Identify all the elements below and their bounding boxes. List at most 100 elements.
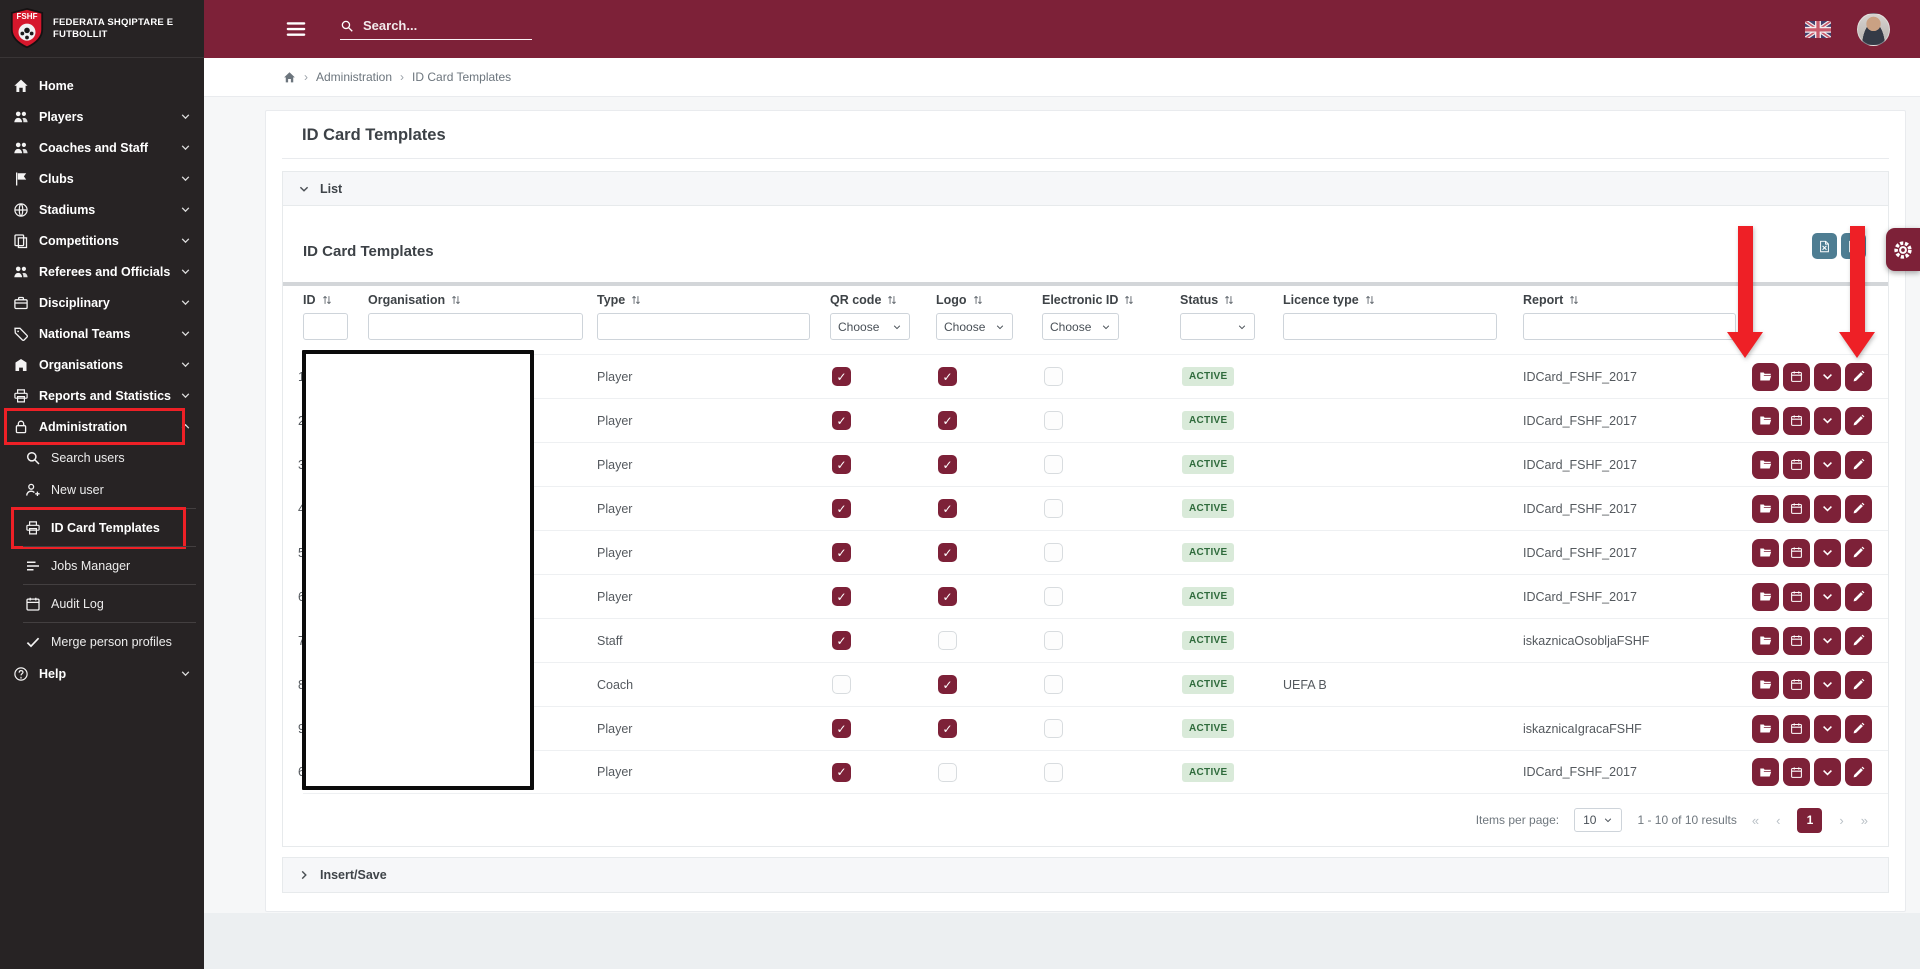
qr-code-checkbox[interactable] [832, 411, 851, 430]
edit-button[interactable] [1845, 363, 1872, 391]
sidebar-item-administration[interactable]: Administration [0, 411, 204, 442]
more-actions-button[interactable] [1814, 363, 1841, 391]
logo-checkbox[interactable] [938, 543, 957, 562]
filter-logo-select[interactable]: Choose [936, 313, 1013, 340]
electronic-id-checkbox[interactable] [1044, 455, 1063, 474]
more-actions-button[interactable] [1814, 495, 1841, 523]
logo-checkbox[interactable] [938, 411, 957, 430]
next-page-button[interactable]: › [1839, 813, 1843, 828]
sidebar-item-search-users[interactable]: Search users [0, 442, 204, 474]
column-header-logo[interactable]: Logo [936, 293, 1042, 307]
qr-code-checkbox[interactable] [832, 543, 851, 562]
prev-page-button[interactable]: ‹ [1776, 813, 1780, 828]
logo-checkbox[interactable] [938, 587, 957, 606]
open-template-button[interactable] [1752, 758, 1779, 786]
filter-electronic-id-select[interactable]: Choose [1042, 313, 1119, 340]
qr-code-checkbox[interactable] [832, 499, 851, 518]
logo-checkbox[interactable] [938, 675, 957, 694]
electronic-id-checkbox[interactable] [1044, 675, 1063, 694]
user-avatar[interactable] [1857, 13, 1890, 46]
more-actions-button[interactable] [1814, 583, 1841, 611]
column-header-type[interactable]: Type [597, 293, 830, 307]
electronic-id-checkbox[interactable] [1044, 367, 1063, 386]
column-header-report[interactable]: Report [1523, 293, 1748, 307]
last-page-button[interactable]: » [1861, 813, 1868, 828]
filter-licence-type-input[interactable] [1283, 313, 1497, 340]
logo-checkbox[interactable] [938, 631, 957, 650]
electronic-id-checkbox[interactable] [1044, 587, 1063, 606]
history-button[interactable] [1783, 451, 1810, 479]
electronic-id-checkbox[interactable] [1044, 411, 1063, 430]
logo-checkbox[interactable] [938, 455, 957, 474]
history-button[interactable] [1783, 583, 1810, 611]
open-template-button[interactable] [1752, 451, 1779, 479]
logo-checkbox[interactable] [938, 719, 957, 738]
more-actions-button[interactable] [1814, 715, 1841, 743]
first-page-button[interactable]: « [1752, 813, 1759, 828]
sidebar-item-stadiums[interactable]: Stadiums [0, 194, 204, 225]
history-button[interactable] [1783, 539, 1810, 567]
history-button[interactable] [1783, 758, 1810, 786]
qr-code-checkbox[interactable] [832, 719, 851, 738]
qr-code-checkbox[interactable] [832, 763, 851, 782]
more-actions-button[interactable] [1814, 758, 1841, 786]
sidebar-item-coaches-and-staff[interactable]: Coaches and Staff [0, 132, 204, 163]
insert-save-panel-header[interactable]: Insert/Save [283, 858, 1888, 892]
electronic-id-checkbox[interactable] [1044, 631, 1063, 650]
history-button[interactable] [1783, 627, 1810, 655]
open-template-button[interactable] [1752, 495, 1779, 523]
uk-flag-icon[interactable] [1805, 21, 1831, 38]
page-size-select[interactable]: 10 [1574, 808, 1622, 832]
search-input[interactable] [363, 18, 513, 33]
qr-code-checkbox[interactable] [832, 455, 851, 474]
sidebar-item-national-teams[interactable]: National Teams [0, 318, 204, 349]
column-header-licence-type[interactable]: Licence type [1283, 293, 1523, 307]
filter-report-input[interactable] [1523, 313, 1736, 340]
edit-button[interactable] [1845, 758, 1872, 786]
electronic-id-checkbox[interactable] [1044, 763, 1063, 782]
qr-code-checkbox[interactable] [832, 675, 851, 694]
settings-flyout-button[interactable] [1886, 228, 1920, 271]
more-actions-button[interactable] [1814, 671, 1841, 699]
edit-button[interactable] [1845, 715, 1872, 743]
qr-code-checkbox[interactable] [832, 631, 851, 650]
edit-button[interactable] [1845, 671, 1872, 699]
sidebar-item-merge-person-profiles[interactable]: Merge person profiles [0, 626, 204, 658]
sidebar-item-jobs-manager[interactable]: Jobs Manager [0, 550, 204, 582]
open-template-button[interactable] [1752, 583, 1779, 611]
history-button[interactable] [1783, 495, 1810, 523]
filter-status-select[interactable] [1180, 313, 1255, 340]
edit-button[interactable] [1845, 627, 1872, 655]
open-template-button[interactable] [1752, 671, 1779, 699]
list-panel-header[interactable]: List [283, 172, 1888, 206]
current-page-button[interactable]: 1 [1797, 808, 1822, 833]
filter-id-input[interactable] [303, 313, 348, 340]
open-template-button[interactable] [1752, 715, 1779, 743]
sidebar-item-disciplinary[interactable]: Disciplinary [0, 287, 204, 318]
qr-code-checkbox[interactable] [832, 367, 851, 386]
sidebar-item-players[interactable]: Players [0, 101, 204, 132]
electronic-id-checkbox[interactable] [1044, 543, 1063, 562]
edit-button[interactable] [1845, 495, 1872, 523]
edit-button[interactable] [1845, 583, 1872, 611]
open-template-button[interactable] [1752, 407, 1779, 435]
open-template-button[interactable] [1752, 539, 1779, 567]
more-actions-button[interactable] [1814, 407, 1841, 435]
hamburger-menu-icon[interactable] [283, 19, 309, 39]
more-actions-button[interactable] [1814, 451, 1841, 479]
history-button[interactable] [1783, 363, 1810, 391]
sidebar-item-competitions[interactable]: Competitions [0, 225, 204, 256]
filter-organisation-input[interactable] [368, 313, 583, 340]
filter-qr-select[interactable]: Choose [830, 313, 910, 340]
history-button[interactable] [1783, 715, 1810, 743]
sidebar-item-reports-and-statistics[interactable]: Reports and Statistics [0, 380, 204, 411]
open-template-button[interactable] [1752, 363, 1779, 391]
qr-code-checkbox[interactable] [832, 587, 851, 606]
history-button[interactable] [1783, 407, 1810, 435]
open-template-button[interactable] [1752, 627, 1779, 655]
sidebar-item-organisations[interactable]: Organisations [0, 349, 204, 380]
edit-button[interactable] [1845, 539, 1872, 567]
edit-button[interactable] [1845, 407, 1872, 435]
history-button[interactable] [1783, 671, 1810, 699]
export-excel-button[interactable] [1812, 233, 1837, 259]
